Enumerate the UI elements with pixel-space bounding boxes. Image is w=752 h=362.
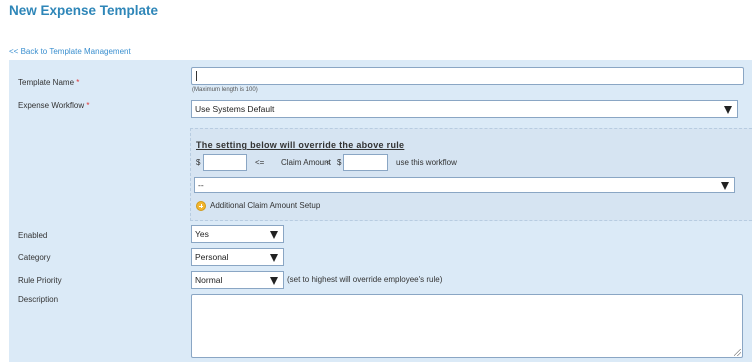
rule-priority-label: Rule Priority: [18, 276, 62, 285]
override-workflow-selected: --: [198, 180, 204, 190]
enabled-selected: Yes: [195, 229, 209, 239]
category-select[interactable]: Personal: [191, 248, 284, 266]
template-name-hint: (Maximum length is 100): [192, 87, 258, 93]
comparison-lte: <=: [255, 158, 265, 167]
description-label: Description: [18, 295, 59, 304]
claim-amount-min-input[interactable]: [203, 154, 247, 171]
additional-claim-amount-setup-link[interactable]: Additional Claim Amount Setup: [210, 201, 320, 210]
chevron-down-icon: [721, 182, 729, 190]
required-marker: *: [86, 101, 90, 110]
expense-workflow-selected: Use Systems Default: [195, 104, 275, 114]
template-name-label-text: Template Name: [18, 78, 75, 87]
enabled-label: Enabled: [18, 231, 48, 240]
claim-amount-max-input[interactable]: [343, 154, 388, 171]
template-name-input[interactable]: [191, 67, 744, 85]
back-to-template-management-link[interactable]: << Back to Template Management: [9, 47, 131, 56]
override-workflow-select[interactable]: --: [194, 177, 735, 193]
template-name-label: Template Name *: [18, 78, 79, 87]
resize-handle-icon[interactable]: [734, 349, 741, 356]
chevron-down-icon: [270, 254, 278, 262]
override-rule-title: The setting below will override the abov…: [196, 140, 405, 150]
chevron-down-icon: [724, 106, 732, 114]
chevron-down-icon: [270, 277, 278, 285]
required-marker: *: [76, 78, 80, 87]
category-selected: Personal: [195, 252, 229, 262]
text-cursor: [196, 71, 197, 81]
plus-circle-icon[interactable]: [196, 201, 206, 211]
claim-amount-label: Claim Amount: [281, 158, 331, 167]
page-title: New Expense Template: [9, 3, 159, 18]
rule-priority-selected: Normal: [195, 275, 223, 285]
expense-workflow-label-text: Expense Workflow: [18, 101, 85, 110]
rule-priority-note: (set to highest will override employee's…: [287, 275, 443, 284]
comparison-lt: <: [326, 158, 331, 167]
expense-workflow-select[interactable]: Use Systems Default: [191, 100, 738, 118]
chevron-down-icon: [270, 231, 278, 239]
description-textarea[interactable]: [191, 294, 743, 358]
enabled-select[interactable]: Yes: [191, 225, 284, 243]
currency-symbol-max: $: [337, 158, 342, 167]
currency-symbol-min: $: [196, 158, 201, 167]
expense-workflow-label: Expense Workflow *: [18, 101, 89, 110]
category-label: Category: [18, 253, 51, 262]
use-this-workflow-text: use this workflow: [396, 158, 457, 167]
rule-priority-select[interactable]: Normal: [191, 271, 284, 289]
